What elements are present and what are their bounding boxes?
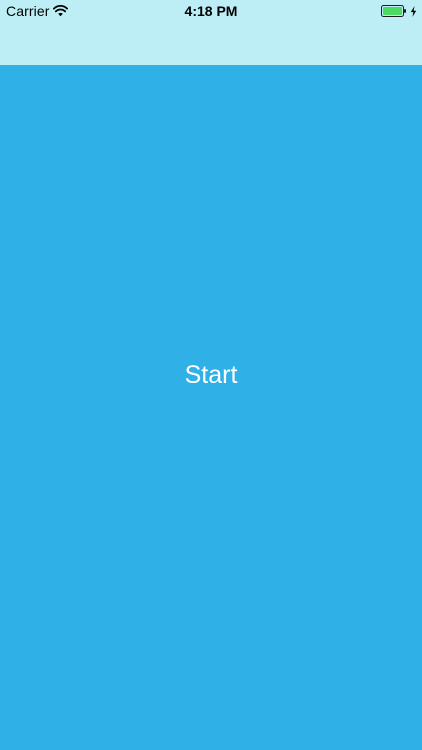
- app-screen: Carrier 4:18 PM Start: [0, 0, 422, 750]
- charging-icon: [410, 5, 417, 17]
- status-time: 4:18 PM: [184, 3, 238, 19]
- battery-group: [381, 0, 417, 22]
- start-button[interactable]: Start: [0, 357, 422, 393]
- status-bar: Carrier 4:18 PM: [0, 0, 422, 22]
- battery-icon: [381, 5, 406, 17]
